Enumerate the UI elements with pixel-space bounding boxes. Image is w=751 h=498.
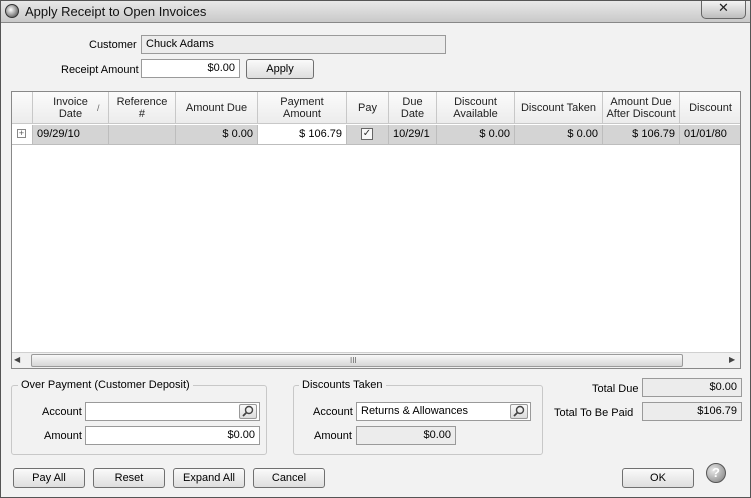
customer-label: Customer: [89, 39, 137, 51]
cell-discount-taken[interactable]: $ 0.00: [515, 125, 603, 145]
title-bar: Apply Receipt to Open Invoices ✕: [1, 1, 750, 23]
receipt-amount-label: Receipt Amount: [61, 64, 139, 76]
cell-discount-available[interactable]: $ 0.00: [437, 125, 515, 145]
discounts-amount-label: Amount: [314, 430, 352, 442]
column-header-discount-taken[interactable]: Discount Taken: [515, 92, 603, 124]
search-icon: [242, 405, 254, 417]
receipt-amount-input[interactable]: $0.00: [141, 59, 240, 78]
cancel-button[interactable]: Cancel: [253, 468, 325, 488]
discounts-account-label: Account: [313, 406, 353, 418]
over-payment-amount-input[interactable]: $0.00: [85, 426, 260, 445]
window-title: Apply Receipt to Open Invoices: [25, 4, 207, 19]
pay-all-button[interactable]: Pay All: [13, 468, 85, 488]
discounts-account-lookup-button[interactable]: [510, 404, 528, 419]
discounts-amount-field: $0.00: [356, 426, 456, 445]
horizontal-scrollbar[interactable]: ◀ III ▶: [12, 352, 740, 368]
column-header-reference[interactable]: Reference #: [109, 92, 176, 124]
sort-indicator-icon: /: [97, 103, 100, 113]
ok-button[interactable]: OK: [622, 468, 694, 488]
cell-reference[interactable]: [109, 125, 176, 145]
customer-field: Chuck Adams: [141, 35, 446, 54]
total-due-field: $0.00: [642, 378, 742, 397]
scroll-grip-icon: III: [350, 356, 357, 365]
over-payment-account-lookup-button[interactable]: [239, 404, 257, 419]
reset-button[interactable]: Reset: [93, 468, 165, 488]
discounts-taken-title: Discounts Taken: [299, 379, 386, 391]
scroll-thumb[interactable]: III: [31, 354, 683, 367]
over-payment-amount-label: Amount: [44, 430, 82, 442]
total-to-be-paid-field: $106.79: [642, 402, 742, 421]
invoice-grid: Invoice Date / Reference # Amount Due Pa…: [11, 91, 741, 369]
scroll-right-icon[interactable]: ▶: [729, 355, 735, 364]
apply-button[interactable]: Apply: [246, 59, 314, 79]
cell-payment-amount[interactable]: $ 106.79: [258, 125, 347, 145]
column-header-discount-available[interactable]: Discount Available: [437, 92, 515, 124]
cell-due-date[interactable]: 10/29/1: [389, 125, 437, 145]
column-header-amount-due-after-discount[interactable]: Amount Due After Discount: [603, 92, 680, 124]
over-payment-title: Over Payment (Customer Deposit): [18, 379, 193, 391]
app-icon: [5, 4, 19, 18]
total-due-label: Total Due: [592, 383, 639, 395]
pay-checkbox[interactable]: ✓: [361, 128, 373, 140]
column-header-pay[interactable]: Pay: [347, 92, 389, 124]
close-button[interactable]: ✕: [701, 1, 746, 19]
discounts-account-input[interactable]: Returns & Allowances: [356, 402, 531, 421]
column-header-payment-amount[interactable]: Payment Amount: [258, 92, 347, 124]
search-icon: [513, 405, 525, 417]
cell-invoice-date[interactable]: 09/29/10: [33, 125, 109, 145]
column-header-amount-due[interactable]: Amount Due: [176, 92, 258, 124]
over-payment-account-input[interactable]: [85, 402, 260, 421]
expand-all-button[interactable]: Expand All: [173, 468, 245, 488]
dialog-window: Apply Receipt to Open Invoices ✕ Custome…: [0, 0, 751, 498]
cell-amount-due[interactable]: $ 0.00: [176, 125, 258, 145]
cell-amount-due-after-discount[interactable]: $ 106.79: [603, 125, 680, 145]
column-header-discount[interactable]: Discount: [680, 92, 740, 124]
scroll-left-icon[interactable]: ◀: [14, 355, 20, 364]
cell-discount[interactable]: 01/01/80: [680, 125, 740, 145]
help-icon[interactable]: ?: [706, 463, 726, 483]
table-row-expander[interactable]: +: [12, 125, 33, 145]
over-payment-account-label: Account: [42, 406, 82, 418]
column-header-due-date[interactable]: Due Date: [389, 92, 437, 124]
grid-corner-header: [12, 92, 33, 124]
total-to-be-paid-label: Total To Be Paid: [554, 407, 634, 419]
expand-plus-icon[interactable]: +: [17, 129, 26, 138]
cell-pay[interactable]: ✓: [347, 125, 389, 145]
